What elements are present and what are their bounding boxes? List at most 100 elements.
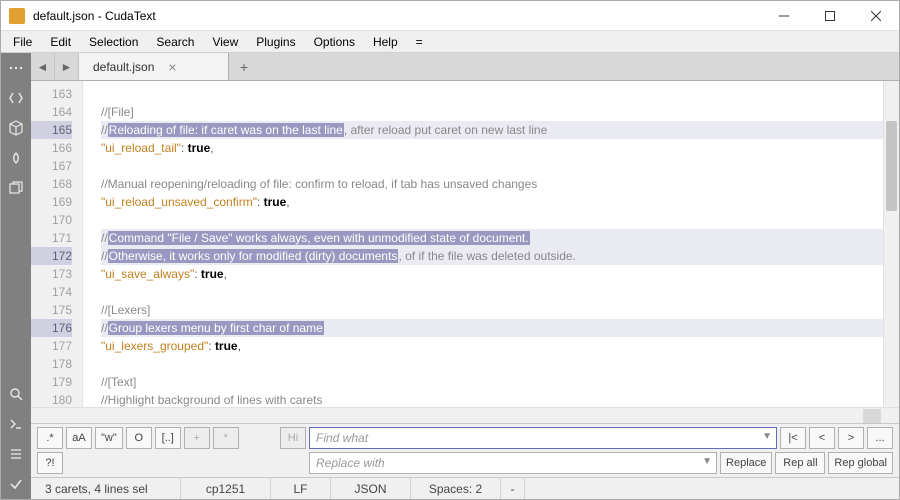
maximize-button[interactable] bbox=[807, 1, 853, 31]
line-number[interactable]: 165 bbox=[31, 121, 72, 139]
vertical-scrollbar[interactable] bbox=[883, 81, 899, 407]
find-nav-3[interactable]: ... bbox=[867, 427, 893, 449]
code-line[interactable]: "ui_lexers_grouped": true, bbox=[101, 337, 883, 355]
code-line[interactable] bbox=[101, 211, 883, 229]
menu-edit[interactable]: Edit bbox=[42, 33, 79, 51]
minimize-button[interactable] bbox=[761, 1, 807, 31]
status-line-ending[interactable]: LF bbox=[271, 478, 331, 499]
menu-search[interactable]: Search bbox=[148, 33, 202, 51]
code-line[interactable]: //Command "File / Save" works always, ev… bbox=[101, 229, 883, 247]
code-line[interactable] bbox=[101, 283, 883, 301]
line-number[interactable]: 177 bbox=[31, 337, 72, 355]
horizontal-scrollbar[interactable] bbox=[31, 407, 899, 423]
title-bar: default.json - CudaText bbox=[1, 1, 899, 31]
status-carets[interactable]: 3 carets, 4 lines sel bbox=[31, 478, 181, 499]
code-line[interactable]: //Highlight background of lines with car… bbox=[101, 391, 883, 407]
line-number[interactable]: 169 bbox=[31, 193, 72, 211]
code-line[interactable]: //[File] bbox=[101, 103, 883, 121]
find-help-button[interactable]: ?! bbox=[37, 452, 63, 474]
gutter[interactable]: 1631641651661671681691701711721731741751… bbox=[31, 81, 83, 407]
validate-icon[interactable] bbox=[1, 469, 31, 499]
menu-help[interactable]: Help bbox=[365, 33, 406, 51]
scrollbar-thumb[interactable] bbox=[886, 121, 897, 211]
line-number[interactable]: 170 bbox=[31, 211, 72, 229]
close-button[interactable] bbox=[853, 1, 899, 31]
code-line[interactable]: "ui_reload_unsaved_confirm": true, bbox=[101, 193, 883, 211]
line-number[interactable]: 168 bbox=[31, 175, 72, 193]
line-number[interactable]: 174 bbox=[31, 283, 72, 301]
find-nav-0[interactable]: |< bbox=[780, 427, 806, 449]
line-number[interactable]: 164 bbox=[31, 103, 72, 121]
line-number[interactable]: 178 bbox=[31, 355, 72, 373]
line-number[interactable]: 179 bbox=[31, 373, 72, 391]
code-tree-icon[interactable] bbox=[1, 83, 31, 113]
menu-=[interactable]: = bbox=[408, 33, 431, 51]
code-line[interactable]: "ui_save_always": true, bbox=[101, 265, 883, 283]
tab-prev-icon[interactable]: ◄ bbox=[31, 53, 55, 80]
replace-action-1[interactable]: Rep all bbox=[775, 452, 825, 474]
find-opt-4[interactable]: [..] bbox=[155, 427, 181, 449]
find-opt-5[interactable]: + bbox=[184, 427, 210, 449]
code-area[interactable]: //[File]//Reloading of file: if caret wa… bbox=[83, 81, 883, 407]
line-number[interactable]: 171 bbox=[31, 229, 72, 247]
tab-label: default.json bbox=[93, 60, 154, 74]
code-line[interactable]: "ui_reload_tail": true, bbox=[101, 139, 883, 157]
replace-placeholder: Replace with bbox=[316, 456, 385, 470]
code-line[interactable]: //[Lexers] bbox=[101, 301, 883, 319]
line-number[interactable]: 172 bbox=[31, 247, 72, 265]
console-icon[interactable] bbox=[1, 409, 31, 439]
find-opt-1[interactable]: aA bbox=[66, 427, 92, 449]
line-number[interactable]: 167 bbox=[31, 157, 72, 175]
line-number[interactable]: 173 bbox=[31, 265, 72, 283]
tab-next-icon[interactable]: ► bbox=[55, 53, 79, 80]
search-icon[interactable] bbox=[1, 379, 31, 409]
output-icon[interactable] bbox=[1, 439, 31, 469]
code-line[interactable]: //Reloading of file: if caret was on the… bbox=[101, 121, 883, 139]
replace-input[interactable]: Replace with ▼ bbox=[309, 452, 717, 474]
line-number[interactable]: 175 bbox=[31, 301, 72, 319]
menu-file[interactable]: File bbox=[5, 33, 40, 51]
status-spaces[interactable]: Spaces: 2 bbox=[411, 478, 501, 499]
code-line[interactable] bbox=[101, 85, 883, 103]
project-icon[interactable] bbox=[1, 113, 31, 143]
line-number[interactable]: 163 bbox=[31, 85, 72, 103]
menu-options[interactable]: Options bbox=[306, 33, 363, 51]
menu-view[interactable]: View bbox=[204, 33, 246, 51]
line-number[interactable]: 176 bbox=[31, 319, 72, 337]
menu-plugins[interactable]: Plugins bbox=[248, 33, 303, 51]
find-nav-1[interactable]: < bbox=[809, 427, 835, 449]
minimap-corner[interactable] bbox=[863, 409, 881, 423]
find-opt-3[interactable]: O bbox=[126, 427, 152, 449]
status-lexer[interactable]: JSON bbox=[331, 478, 411, 499]
highlight-all-button[interactable]: Hi bbox=[280, 427, 306, 449]
tab-strip: ◄ ► default.json × + bbox=[31, 53, 899, 81]
replace-action-2[interactable]: Rep global bbox=[828, 452, 893, 474]
replace-action-0[interactable]: Replace bbox=[720, 452, 772, 474]
code-line[interactable]: //[Text] bbox=[101, 373, 883, 391]
tab-default-json[interactable]: default.json × bbox=[79, 53, 229, 80]
dropdown-icon[interactable]: ▼ bbox=[762, 431, 772, 442]
find-opt-2[interactable]: "w" bbox=[95, 427, 123, 449]
status-zoom[interactable]: - bbox=[501, 478, 525, 499]
code-line[interactable] bbox=[101, 355, 883, 373]
sidebar-menu-icon[interactable] bbox=[1, 53, 31, 83]
line-number[interactable]: 166 bbox=[31, 139, 72, 157]
tabs-icon[interactable] bbox=[1, 173, 31, 203]
code-line[interactable]: //Manual reopening/reloading of file: co… bbox=[101, 175, 883, 193]
find-input[interactable]: Find what ▼ bbox=[309, 427, 777, 449]
find-nav-2[interactable]: > bbox=[838, 427, 864, 449]
find-opt-6[interactable]: * bbox=[213, 427, 239, 449]
dropdown-icon[interactable]: ▼ bbox=[702, 456, 712, 467]
code-line[interactable]: //Otherwise, it works only for modified … bbox=[101, 247, 883, 265]
window-title: default.json - CudaText bbox=[33, 9, 761, 23]
status-encoding[interactable]: cp1251 bbox=[181, 478, 271, 499]
new-tab-button[interactable]: + bbox=[229, 53, 259, 80]
tab-close-icon[interactable]: × bbox=[168, 59, 176, 75]
delta-icon[interactable] bbox=[1, 143, 31, 173]
line-number[interactable]: 180 bbox=[31, 391, 72, 407]
editor[interactable]: 1631641651661671681691701711721731741751… bbox=[31, 81, 899, 407]
menu-selection[interactable]: Selection bbox=[81, 33, 146, 51]
code-line[interactable]: //Group lexers menu by first char of nam… bbox=[101, 319, 883, 337]
code-line[interactable] bbox=[101, 157, 883, 175]
find-opt-0[interactable]: .* bbox=[37, 427, 63, 449]
